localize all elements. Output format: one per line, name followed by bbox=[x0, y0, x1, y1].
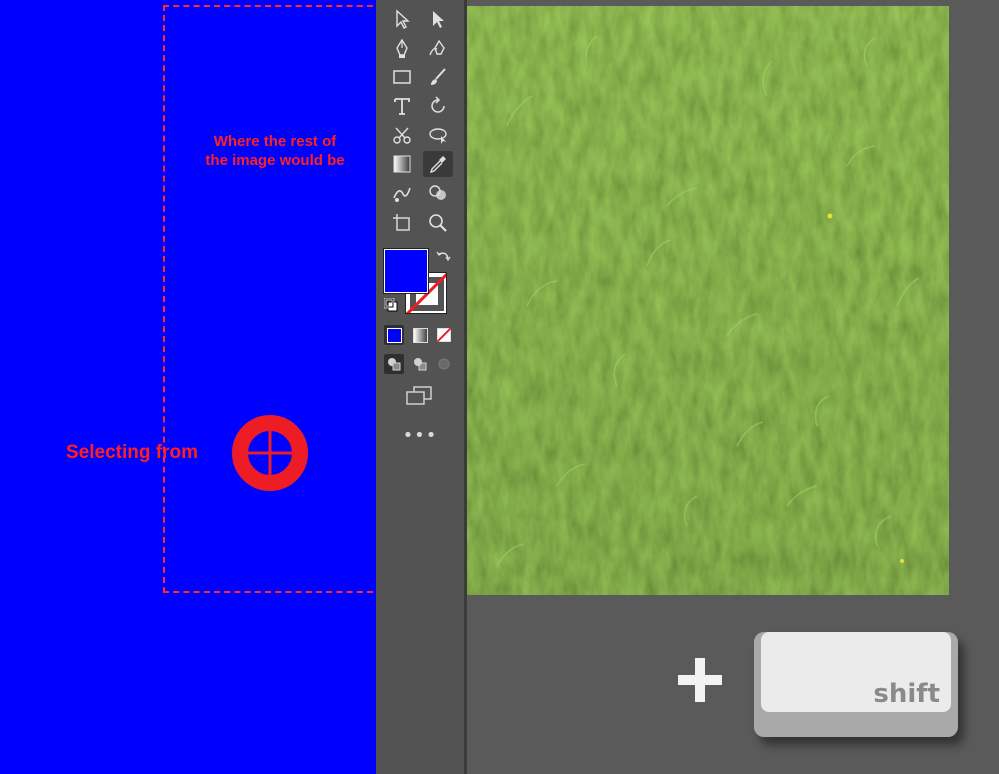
scissors-tool-icon[interactable] bbox=[387, 122, 417, 148]
rest-of-image-line2: the image would be bbox=[205, 152, 345, 169]
puppet-warp-tool-icon[interactable] bbox=[423, 122, 453, 148]
selecting-from-annotation: Selecting from bbox=[66, 442, 198, 463]
gradient-tool-icon[interactable] bbox=[387, 151, 417, 177]
swap-fill-stroke-icon[interactable] bbox=[436, 249, 452, 265]
rectangle-tool-icon[interactable] bbox=[387, 64, 417, 90]
artboard-tool-icon[interactable] bbox=[387, 210, 417, 236]
default-fill-stroke-icon[interactable] bbox=[383, 297, 398, 312]
gradient-mode-button[interactable] bbox=[410, 325, 430, 345]
blend-tool-icon[interactable] bbox=[387, 180, 417, 206]
zoom-tool-icon[interactable] bbox=[423, 210, 453, 236]
color-mode-button[interactable] bbox=[384, 325, 404, 345]
draw-inside-button[interactable] bbox=[434, 354, 454, 374]
plus-icon bbox=[678, 658, 722, 702]
eyedropper-tool-icon[interactable] bbox=[423, 151, 453, 177]
more-tools-icon[interactable]: ••• bbox=[400, 425, 440, 446]
tools-panel bbox=[376, 0, 464, 774]
shape-builder-tool-icon[interactable] bbox=[423, 180, 453, 206]
curvature-tool-icon[interactable] bbox=[423, 35, 453, 61]
direct-selection-tool-icon[interactable] bbox=[423, 6, 453, 32]
grass-photo bbox=[467, 6, 949, 595]
rest-of-image-line1: Where the rest of bbox=[213, 133, 337, 150]
pen-tool-icon[interactable] bbox=[387, 35, 417, 61]
rest-of-image-annotation: Where the rest of the image would be bbox=[180, 132, 370, 170]
image-extent-outline bbox=[163, 5, 373, 593]
rotate-tool-icon[interactable] bbox=[423, 93, 453, 119]
selection-tool-icon[interactable] bbox=[387, 6, 417, 32]
fill-swatch[interactable] bbox=[384, 249, 428, 293]
draw-behind-button[interactable] bbox=[410, 354, 430, 374]
paintbrush-tool-icon[interactable] bbox=[423, 64, 453, 90]
shift-key-label: shift bbox=[873, 679, 940, 709]
shift-key: shift bbox=[754, 632, 958, 737]
none-mode-button[interactable] bbox=[434, 325, 454, 345]
screen-mode-icon[interactable] bbox=[404, 385, 434, 407]
crosshair-target-icon bbox=[232, 415, 308, 491]
draw-normal-button[interactable] bbox=[384, 354, 404, 374]
type-tool-icon[interactable] bbox=[387, 93, 417, 119]
